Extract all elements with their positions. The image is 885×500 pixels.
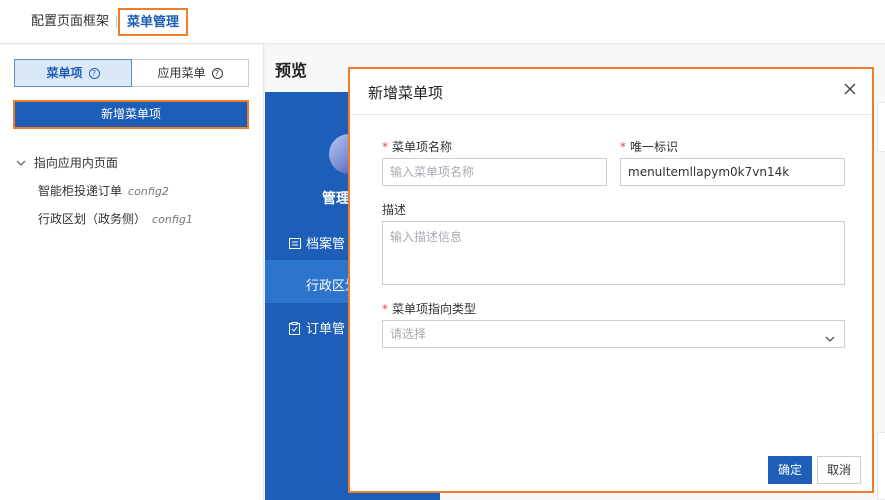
- unique-id-input[interactable]: menuItemllapym0k7vn14k: [620, 158, 845, 186]
- menu-item-type-select[interactable]: 请选择: [382, 320, 845, 348]
- tree-item[interactable]: 行政区划（政务侧） config1: [16, 205, 256, 233]
- menu-config-panel: 菜单项? 应用菜单? 新增菜单项 指向应用内页面 智能柜投递订单 config2 …: [0, 45, 264, 500]
- tree-item[interactable]: 智能柜投递订单 config2: [16, 177, 256, 205]
- segment-menu-item[interactable]: 菜单项?: [14, 59, 132, 87]
- top-tab-bar: 配置页面框架 菜单管理: [0, 0, 885, 44]
- description-field-label: 描述: [382, 203, 407, 217]
- segment-menu-item-label: 菜单项: [46, 66, 83, 80]
- preview-nav-item[interactable]: 档案管: [289, 233, 345, 252]
- dialog-header: 新增菜单项: [350, 69, 872, 115]
- segment-app-menu[interactable]: 应用菜单?: [132, 59, 249, 87]
- tree-item-code: config1: [152, 213, 193, 226]
- chevron-down-icon[interactable]: [16, 151, 30, 179]
- tab-page-frame[interactable]: 配置页面框架: [31, 0, 109, 44]
- preview-card-edge: [877, 432, 885, 500]
- confirm-button[interactable]: 确定: [768, 456, 812, 484]
- description-textarea[interactable]: 输入描述信息: [382, 221, 845, 285]
- type-select-placeholder: 请选择: [390, 327, 427, 341]
- tree-item-label: 行政区划（政务侧）: [38, 212, 147, 226]
- preview-title: 预览: [275, 61, 308, 80]
- preview-nav-item[interactable]: 订单管: [289, 318, 345, 337]
- dialog-title: 新增菜单项: [368, 84, 444, 102]
- close-icon[interactable]: [840, 79, 860, 99]
- chevron-down-icon[interactable]: [824, 328, 836, 342]
- tree-group-node[interactable]: 指向应用内页面: [16, 149, 256, 177]
- tree-item-label: 智能柜投递订单: [38, 184, 123, 198]
- add-menu-item-dialog: 新增菜单项 * 菜单项名称 输入菜单项名称 * 唯一标识 menuItemllapy…: [348, 67, 874, 493]
- help-icon[interactable]: ?: [211, 68, 223, 79]
- segment-app-menu-label: 应用菜单: [157, 66, 206, 80]
- tree-item-code: config2: [128, 185, 169, 198]
- add-menu-item-button[interactable]: 新增菜单项: [13, 100, 249, 129]
- cancel-button[interactable]: 取消: [817, 456, 861, 484]
- help-icon[interactable]: ?: [88, 68, 100, 79]
- tree-group-label: 指向应用内页面: [33, 156, 118, 170]
- preview-card-edge: [877, 102, 885, 152]
- id-field-label: * 唯一标识: [620, 140, 679, 154]
- preview-app-title: 管理: [322, 191, 350, 207]
- preview-nav-label: 档案管: [306, 237, 346, 252]
- name-field-label: * 菜单项名称: [382, 140, 453, 154]
- menu-type-segmented: 菜单项? 应用菜单?: [14, 59, 249, 87]
- clipboard-icon: [289, 322, 300, 335]
- archive-icon: [289, 238, 301, 249]
- tab-menu-management[interactable]: 菜单管理: [118, 8, 189, 36]
- tab-separator: [116, 16, 117, 28]
- menu-tree: 指向应用内页面 智能柜投递订单 config2 行政区划（政务侧） config1: [16, 149, 256, 233]
- type-field-label: * 菜单项指向类型: [382, 302, 477, 316]
- menu-item-name-input[interactable]: 输入菜单项名称: [382, 158, 607, 186]
- preview-nav-label: 订单管: [306, 322, 346, 337]
